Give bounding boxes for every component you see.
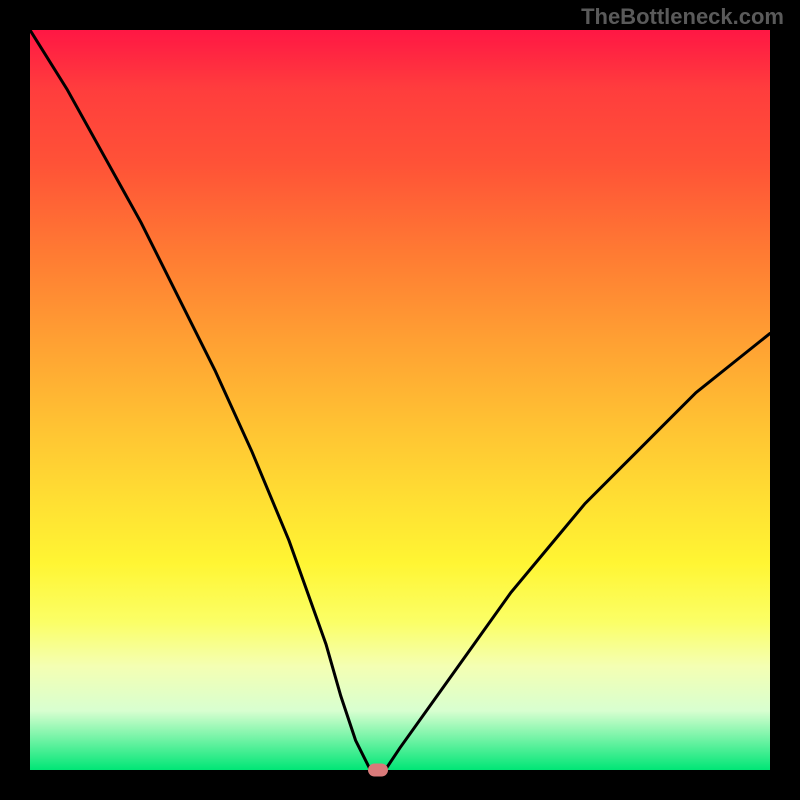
minimum-marker	[368, 764, 388, 777]
watermark-text: TheBottleneck.com	[581, 4, 784, 30]
plot-area	[30, 30, 770, 770]
bottleneck-curve	[30, 30, 770, 770]
curve-svg	[30, 30, 770, 770]
